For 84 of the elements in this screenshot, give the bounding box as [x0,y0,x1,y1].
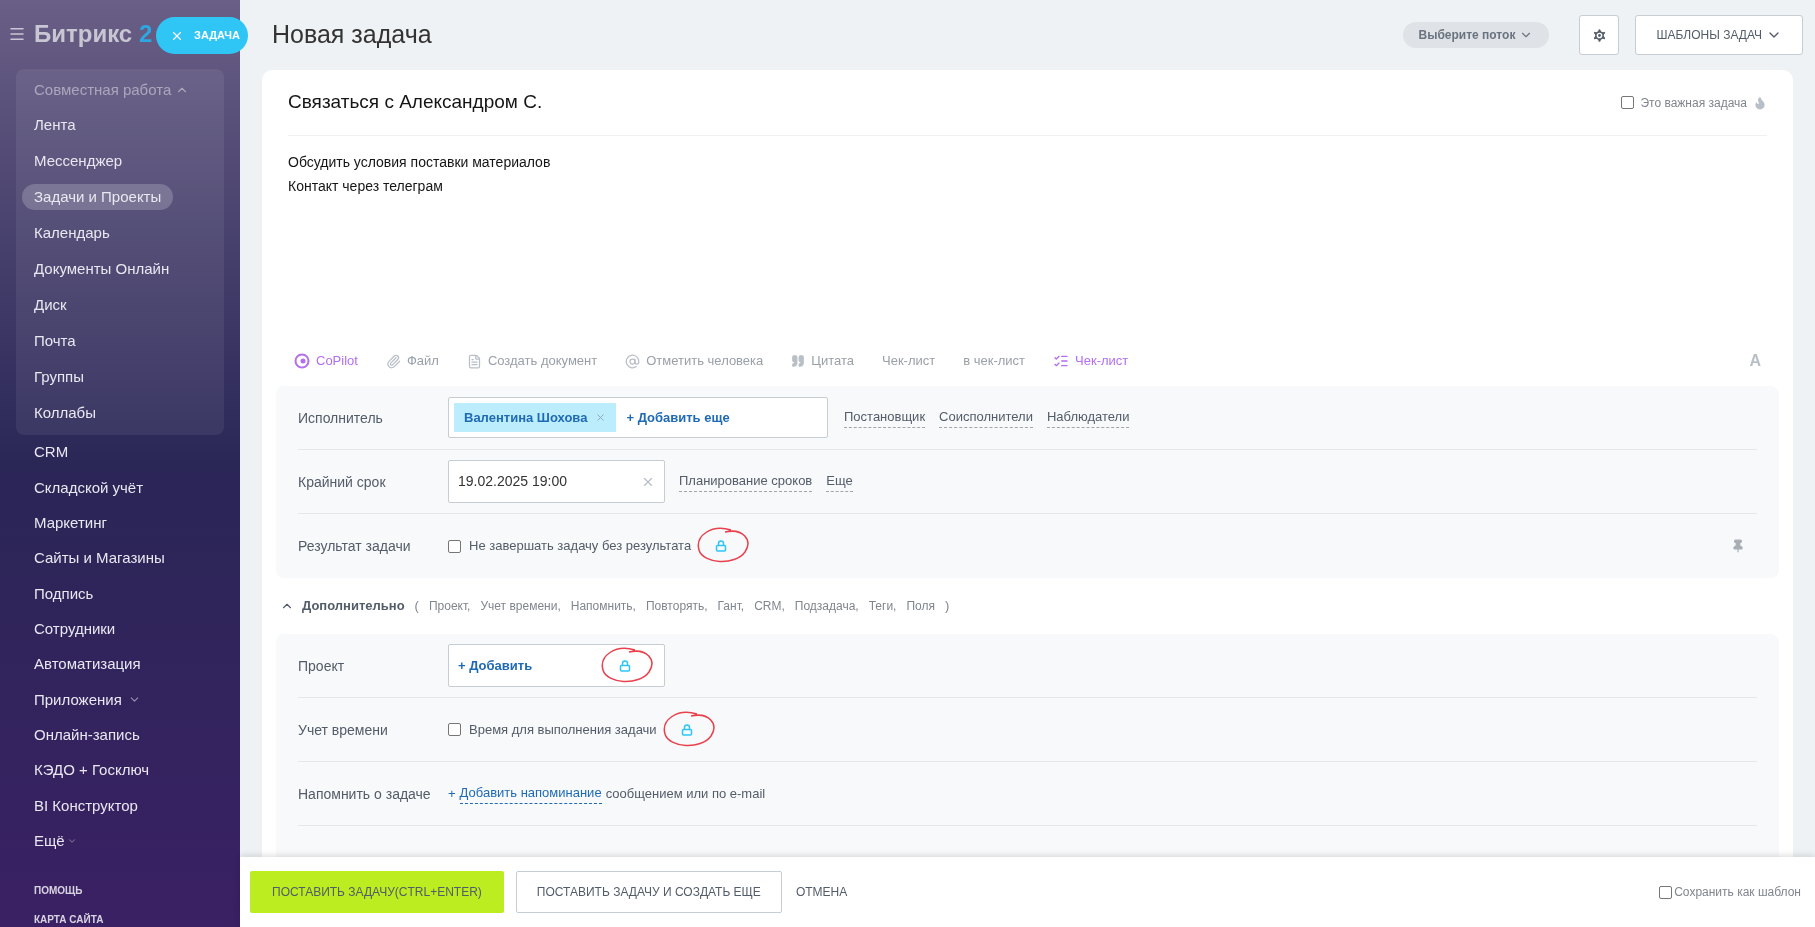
section-link[interactable]: Поля [906,597,935,615]
menu-item[interactable]: Задачи и Проекты [22,183,174,210]
important-label: Это важная задача [1640,94,1747,112]
deadline-field[interactable]: 19.02.2025 19:00 [448,460,665,503]
section-link[interactable]: Учет времени, [480,597,561,615]
copilot-icon [294,353,310,369]
menu-item[interactable]: Коллабы [22,399,108,426]
deadline-link[interactable]: Еще [826,471,853,492]
section-link[interactable]: Гант, [717,597,745,615]
menu-item[interactable]: Автоматизация [34,653,141,676]
add-assignee-link[interactable]: + Добавить еще [626,407,730,428]
menu-item[interactable]: Лента [22,111,88,138]
menu-item[interactable]: Онлайн-запись [34,724,140,747]
more-menu-item[interactable]: Ещё [34,830,77,853]
time-checkbox[interactable] [448,723,461,736]
section-link[interactable]: Проект, [428,597,471,615]
menu-item[interactable]: КЭДО + Госключ [34,759,150,782]
section-link[interactable]: Теги, [868,597,897,615]
important-checkbox[interactable] [1621,96,1635,109]
save-template-label: Сохранить как шаблон [1674,884,1801,901]
checklist-icon [1053,353,1070,369]
cancel-button[interactable]: ОТМЕНА [793,883,850,901]
section-link[interactable]: Подзадача, [794,597,859,615]
menu-item[interactable]: Группы [22,363,96,390]
role-link[interactable]: Наблюдатели [1046,407,1130,428]
field-label: Проект [298,656,346,676]
result-checkbox[interactable] [448,539,461,553]
page-title: Новая задача [272,19,432,51]
menu-item[interactable]: Приложения [34,688,141,712]
reminder-hint: сообщением или по e-mail [605,784,766,803]
lock-icon[interactable] [619,659,631,672]
field-label: Крайний срок [298,472,387,492]
bracket: ) [945,597,950,616]
flow-select[interactable]: Выберите поток [1402,22,1550,48]
field-label: Результат задачи [298,537,412,556]
role-link[interactable]: Соисполнители [939,407,1033,428]
add-reminder-link[interactable]: Добавить напоминание [459,783,602,804]
menu-item[interactable]: Сотрудники [34,617,116,641]
templates-button[interactable]: ШАБЛОНЫ ЗАДАЧ [1635,15,1803,55]
menu-item[interactable]: Сайты и Магазины [34,547,165,570]
document-icon [466,353,482,369]
bracket: ( [414,597,419,616]
menu-item[interactable]: Документы Онлайн [22,255,182,282]
field-label: Напомнить о задаче [298,784,432,804]
logo: Битрикс 2 [34,19,153,50]
submit-and-create-button[interactable]: ПОСТАВИТЬ ЗАДАЧУ И СОЗДАТЬ ЕЩЕ [515,871,782,913]
field-label: Исполнитель [298,408,384,428]
description-field[interactable]: Обсудить условия поставки материалов Контакт через телеграм [262,136,1793,336]
at-icon [625,353,641,369]
result-option-label: Не завершать задачу без результата [469,537,692,556]
settings-button[interactable] [1579,15,1620,55]
menu-item[interactable]: Подпись [34,582,94,606]
toolbar-button[interactable]: CoPilot [294,351,358,371]
time-option-label: Время для выполнения задачи [469,720,657,739]
menu-item[interactable]: BI Конструктор [34,794,138,818]
flame-icon [1753,95,1767,110]
plus-sign: + [448,784,456,803]
field-label: Учет времени [298,720,389,740]
menu-item[interactable]: Почта [22,327,88,354]
footer-link[interactable]: ПОМОЩЬ [34,883,206,899]
footer-link[interactable]: КАРТА САЙТА [34,912,206,927]
toolbar-button[interactable]: Чек-лист [1053,351,1129,371]
assignee-field[interactable]: Валентина Шохова + Добавить еще [448,397,828,438]
assignee-chip[interactable]: Валентина Шохова [454,403,617,432]
menu-item[interactable]: Мессенджер [22,147,135,174]
menu-item[interactable]: Складской учёт [34,476,144,500]
additional-toggle[interactable]: Дополнительно [280,596,405,616]
project-field[interactable]: + Добавить [448,644,665,687]
settings-icon [1590,26,1608,44]
menu-item[interactable]: Календарь [22,219,122,246]
paperclip-icon [385,353,401,369]
task-title: Связаться с Александром С. [288,90,543,115]
menu-item[interactable]: CRM [34,441,69,464]
save-template-checkbox[interactable] [1659,885,1673,899]
section-link[interactable]: Повторять, [645,597,708,615]
menu-item[interactable]: Диск [22,291,79,318]
section-link[interactable]: CRM, [754,597,785,615]
menu-item[interactable]: Маркетинг [34,511,107,535]
deadline-link[interactable]: Планирование сроков [679,471,813,492]
role-link[interactable]: Постановщик [844,407,926,428]
quote-icon [791,354,806,368]
submit-button[interactable]: ПОСТАВИТЬ ЗАДАЧУ(CTRL+ENTER) [250,871,504,913]
pin-icon[interactable] [1731,539,1745,553]
section-link[interactable]: Напомнить, [570,597,636,615]
